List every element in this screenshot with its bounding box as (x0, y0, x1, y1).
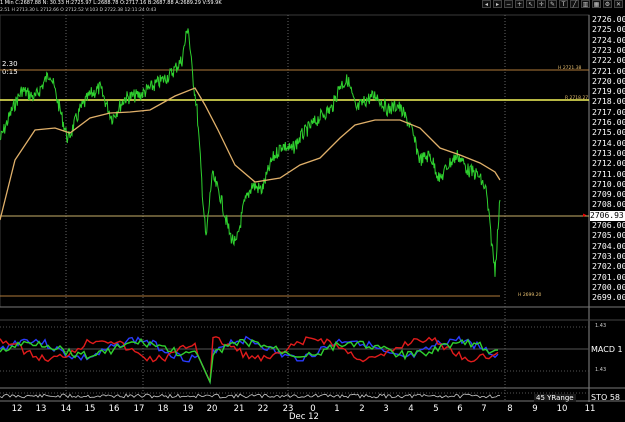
lower-level-label: H 2699.20 (518, 293, 542, 298)
price-tick: 2703.00 (592, 250, 625, 261)
stochastic-line (0, 393, 501, 399)
current-price-arrow: ▸ (583, 211, 587, 219)
price-tick: 2712.00 (592, 158, 625, 169)
price-tick: 2715.00 (592, 127, 625, 138)
time-tick: 7 (481, 404, 487, 414)
price-tick: 2705.00 (592, 230, 625, 241)
price-tick: 2723.00 (592, 44, 625, 55)
price-tick: 2722.00 (592, 55, 625, 66)
price-tick: 2702.00 (592, 261, 625, 272)
macd-upper-value: 1.43 (595, 323, 607, 329)
time-tick: 2 (359, 404, 365, 414)
price-tick: 2716.00 (592, 117, 625, 127)
time-tick: 8 (507, 404, 513, 414)
price-tick: 2709.00 (592, 189, 625, 200)
price-series (0, 28, 501, 277)
price-tick: 2725.00 (592, 24, 625, 35)
stochastic-series (0, 393, 501, 399)
time-tick: 15 (84, 404, 96, 414)
month-label: Dec 12 (289, 412, 319, 422)
price-tick: 2708.00 (592, 199, 625, 210)
upper-level-label: H 2721.38 (558, 66, 582, 71)
macd-lower-value: 1.43 (595, 367, 607, 373)
price-axis[interactable]: 2726.00 2725.00 2724.00 2723.00 2722.00 2721.… (589, 14, 625, 307)
macd-label: MACD 1 (591, 345, 623, 354)
price-tick: 2704.00 (592, 240, 625, 251)
price-tick: 2726.00 (592, 14, 625, 24)
time-tick: 6 (457, 404, 463, 414)
time-tick: 9 (532, 404, 538, 414)
price-tick: 2710.00 (592, 178, 625, 189)
price-tick: 2724.00 (592, 34, 625, 45)
time-tick: 20 (206, 404, 218, 414)
time-tick: 10 (556, 404, 568, 414)
price-tick: 2714.00 (592, 137, 625, 148)
time-tick: 18 (157, 404, 169, 414)
time-tick: 19 (182, 404, 194, 414)
time-tick: 14 (60, 404, 72, 414)
price-tick: 2711.00 (592, 168, 625, 179)
price-tick: 2720.00 (592, 75, 625, 86)
macd-green-line (0, 337, 499, 385)
time-tick: 1 (334, 404, 340, 414)
price-tick: 2713.00 (592, 147, 625, 158)
time-tick: 22 (257, 404, 269, 414)
price-tick: 2699.00 (592, 292, 625, 303)
price-tick: 2717.00 (592, 106, 625, 117)
price-chart[interactable] (0, 0, 625, 422)
time-tick: 13 (35, 404, 47, 414)
current-price-label: 2706.93 (590, 211, 625, 221)
price-tick: 2721.00 (592, 65, 625, 76)
time-tick: 21 (233, 404, 245, 414)
price-tick: 2719.00 (592, 86, 625, 97)
price-panel-frame (0, 14, 590, 308)
time-tick: 3 (383, 404, 389, 414)
time-tick: 12 (11, 404, 23, 414)
price-tick: 2706.00 (592, 220, 625, 230)
time-tick: 16 (108, 404, 120, 414)
price-tick: 2701.00 (592, 271, 625, 282)
yellow-level-label: R 2718.27 (565, 96, 589, 101)
macd-series (0, 335, 499, 385)
time-tick: 5 (433, 404, 439, 414)
price-tick: 2700.00 (592, 281, 625, 292)
time-tick: 4 (408, 404, 414, 414)
price-tick: 2718.00 (592, 96, 625, 107)
macd-red-line (0, 336, 499, 383)
time-tick: 17 (133, 404, 145, 414)
time-tick: 11 (584, 404, 596, 414)
price-line (0, 28, 501, 277)
